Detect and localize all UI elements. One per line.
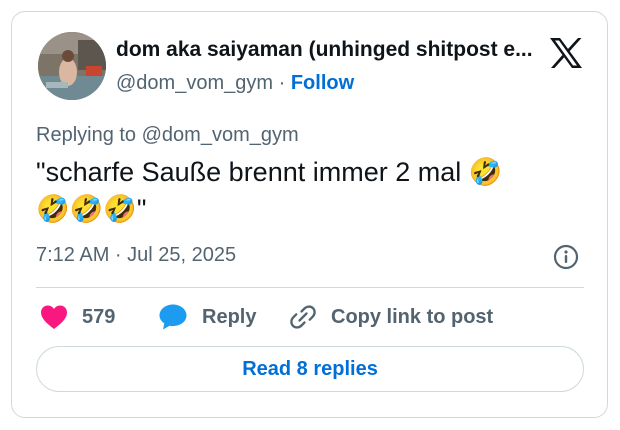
embedded-post-card: dom aka saiyaman (unhinged shitpost e...… — [11, 11, 608, 418]
reply-label: Reply — [202, 305, 257, 328]
post-text-line-2: 🤣🤣🤣" — [36, 194, 147, 224]
handle-separator: · — [278, 72, 286, 94]
like-button[interactable]: 579 — [40, 302, 115, 332]
speech-bubble-icon — [159, 304, 187, 330]
post-text: "scharfe Sauße brennt immer 2 mal 🤣 🤣🤣🤣" — [36, 154, 576, 228]
author-display-name[interactable]: dom aka saiyaman (unhinged shitpost e... — [116, 38, 536, 62]
divider — [36, 287, 584, 288]
reply-button[interactable]: Reply — [158, 302, 256, 332]
follow-button[interactable]: Follow — [291, 72, 354, 94]
author-handle-row: @dom_vom_gym · Follow — [116, 72, 354, 95]
like-count: 579 — [82, 305, 116, 328]
replying-to-text[interactable]: Replying to @dom_vom_gym — [36, 124, 299, 147]
post-text-line-1: "scharfe Sauße brennt immer 2 mal 🤣 — [36, 157, 503, 187]
link-icon — [290, 305, 316, 329]
copy-link-label: Copy link to post — [331, 305, 494, 328]
post-timestamp[interactable]: 7:12 AM · Jul 25, 2025 — [36, 244, 236, 267]
copy-link-button[interactable]: Copy link to post — [289, 302, 493, 332]
read-replies-button[interactable]: Read 8 replies — [36, 346, 584, 392]
avatar[interactable] — [38, 32, 106, 100]
author-handle[interactable]: @dom_vom_gym — [116, 72, 273, 94]
heart-icon — [41, 305, 67, 329]
x-logo-icon[interactable] — [549, 37, 583, 69]
info-icon[interactable] — [553, 244, 579, 270]
